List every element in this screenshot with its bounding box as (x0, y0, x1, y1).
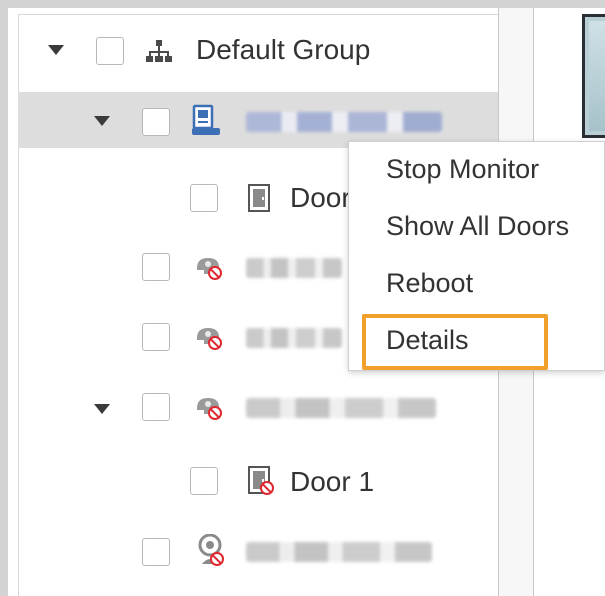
tree-row-door-1[interactable]: Door 1 (18, 452, 498, 508)
tree-checkbox[interactable] (96, 37, 124, 65)
tree-checkbox[interactable] (190, 184, 218, 212)
access-controller-icon (192, 104, 220, 135)
offline-badge-icon (208, 406, 222, 420)
menu-item-reboot[interactable]: Reboot (349, 258, 605, 308)
offline-camera-icon (194, 252, 228, 284)
tree-row-controller[interactable] (18, 92, 498, 148)
obscured-device-name (246, 258, 342, 278)
window-frame-top (0, 0, 605, 8)
tree-checkbox[interactable] (142, 108, 170, 136)
tree-checkbox[interactable] (142, 538, 170, 566)
menu-item-show-all-doors[interactable]: Show All Doors (349, 201, 605, 251)
offline-camera-icon (194, 322, 228, 354)
tree-row-offline-webcam[interactable] (18, 524, 498, 580)
org-tree-icon (146, 40, 172, 62)
context-menu: Stop Monitor Show All Doors Reboot Detai… (348, 141, 605, 371)
expand-arrow-icon[interactable] (48, 45, 64, 55)
tree-row-default-group[interactable]: Default Group (18, 22, 498, 78)
expand-arrow-icon[interactable] (94, 116, 110, 126)
offline-camera-icon (194, 392, 228, 424)
door-icon (248, 184, 270, 212)
menu-item-stop-monitor[interactable]: Stop Monitor (349, 144, 605, 194)
tree-checkbox[interactable] (142, 253, 170, 281)
obscured-device-name (246, 112, 442, 132)
window-frame-left (0, 0, 8, 596)
tree-checkbox[interactable] (190, 467, 218, 495)
offline-badge-icon (260, 481, 274, 495)
tree-label-door-1: Door 1 (290, 466, 375, 497)
tree-checkbox[interactable] (142, 393, 170, 421)
door-offline-icon (248, 466, 278, 498)
tree-row-offline-device[interactable] (18, 380, 498, 436)
menu-item-details[interactable]: Details (349, 315, 605, 365)
offline-badge-icon (208, 336, 222, 350)
offline-badge-icon (208, 266, 222, 280)
tree-label-default-group: Default Group (196, 34, 371, 65)
obscured-device-name (246, 542, 432, 562)
video-preview-pane[interactable] (582, 14, 605, 138)
offline-webcam-icon (198, 533, 228, 570)
tree-label-door: Door (290, 182, 351, 213)
offline-badge-icon (210, 552, 224, 566)
tree-checkbox[interactable] (142, 323, 170, 351)
obscured-device-name (246, 328, 342, 348)
expand-arrow-icon[interactable] (94, 404, 110, 414)
obscured-device-name (246, 398, 436, 418)
